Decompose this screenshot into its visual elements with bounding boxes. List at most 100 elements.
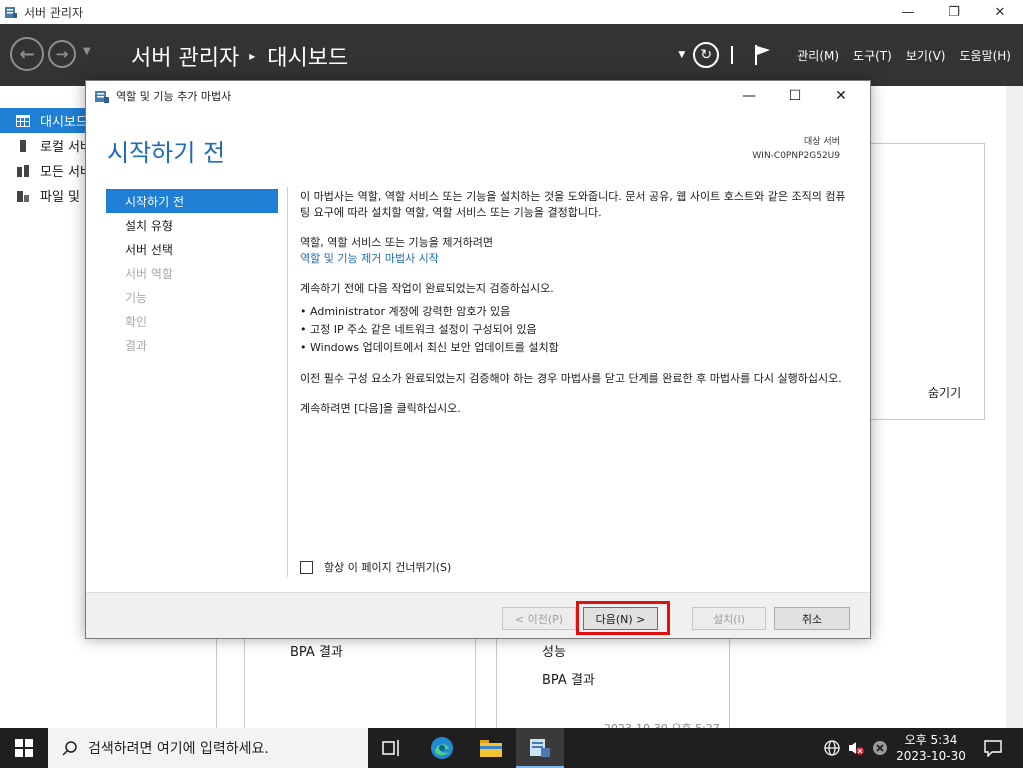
step-features: 기능 xyxy=(125,290,148,305)
server-icon xyxy=(20,139,26,152)
history-dropdown-icon[interactable]: ▼ xyxy=(83,46,91,57)
list-item-text: Administrator 계정에 강력한 암호가 있음 xyxy=(310,305,511,318)
search-icon xyxy=(62,741,77,756)
dashboard-welcome-panel xyxy=(870,143,985,420)
taskbar: 검색하려면 여기에 입력하세요. 오후 5:34 2023-10-30 xyxy=(0,728,1023,768)
dashboard-grid-icon xyxy=(16,114,30,127)
wizard-content: 이 마법사는 역할, 역할 서비스 또는 기능을 설치하는 것을 도와줍니다. … xyxy=(300,189,852,431)
skip-page-checkbox[interactable] xyxy=(300,560,313,574)
servers-icon xyxy=(17,164,29,177)
dialog-maximize-button[interactable]: ☐ xyxy=(772,81,818,111)
menu-view[interactable]: 보기(V) xyxy=(906,47,946,64)
close-button[interactable]: ✕ xyxy=(977,0,1023,24)
remove-text: 역할, 역할 서비스 또는 기능을 제거하려면 xyxy=(300,236,494,249)
file-explorer-button[interactable] xyxy=(467,728,515,768)
breadcrumb: 서버 관리자 ▸ 대시보드 xyxy=(131,40,348,72)
back-button[interactable]: ← xyxy=(10,37,44,71)
folder-icon xyxy=(480,740,502,757)
tile-bpa-results[interactable]: BPA 결과 xyxy=(290,641,343,660)
cancel-button[interactable]: 취소 xyxy=(774,607,850,630)
vertical-scrollbar[interactable] xyxy=(1006,86,1023,728)
list-item-text: Windows 업데이트에서 최신 보안 업데이트를 설치함 xyxy=(310,341,559,354)
breadcrumb-root[interactable]: 서버 관리자 xyxy=(131,40,239,72)
server-manager-taskbar-button[interactable] xyxy=(516,728,564,768)
network-globe-icon[interactable] xyxy=(823,739,841,757)
volume-muted-icon[interactable] xyxy=(847,728,865,768)
hide-welcome-link[interactable]: 숨기기 xyxy=(928,384,961,401)
window-titlebar: 서버 관리자 — ❐ ✕ xyxy=(0,0,1023,24)
tile-divider xyxy=(216,638,217,728)
notification-icon xyxy=(984,740,1002,757)
task-view-button[interactable] xyxy=(368,728,416,768)
step-confirmation: 확인 xyxy=(125,314,148,329)
start-button[interactable] xyxy=(0,728,48,768)
taskbar-clock[interactable]: 오후 5:34 2023-10-30 xyxy=(894,732,968,764)
step-before-you-begin[interactable]: 시작하기 전 xyxy=(106,189,278,213)
window-title: 서버 관리자 xyxy=(24,5,84,20)
wizard-steps: 시작하기 전 설치 유형 서버 선택 서버 역할 기능 확인 결과 xyxy=(106,189,278,357)
arrow-left-icon: ← xyxy=(19,43,35,65)
server-manager-icon xyxy=(5,7,17,18)
sidebar-item-label: 파일 및 저장소 서비스 xyxy=(40,190,86,205)
clock-time: 오후 5:34 xyxy=(904,733,958,747)
sidebar-item-dashboard[interactable]: 대시보드 xyxy=(0,108,86,133)
menu-manage[interactable]: 관리(M) xyxy=(797,47,839,64)
tile-performance[interactable]: 성능 xyxy=(542,641,566,660)
windows-logo-icon xyxy=(15,739,33,757)
breadcrumb-current: 대시보드 xyxy=(267,46,349,71)
sidebar-item-file-storage[interactable]: 파일 및 저장소 서비스 xyxy=(0,183,86,208)
destination-label: 대상 서버 xyxy=(804,137,840,147)
list-item: • Windows 업데이트에서 최신 보안 업데이트를 설치함 xyxy=(300,341,559,354)
breadcrumb-separator-icon: ▸ xyxy=(249,49,256,63)
menu-help[interactable]: 도움말(H) xyxy=(959,47,1011,64)
chevron-down-icon[interactable]: ▼ xyxy=(678,50,685,60)
continue-text: 계속하려면 [다음]을 클릭하십시오. xyxy=(300,402,461,415)
server-tile: BPA 결과 xyxy=(244,638,476,730)
remove-wizard-link[interactable]: 역할 및 기능 제거 마법사 시작 xyxy=(300,252,439,265)
prereq-text: 이전 필수 구성 요소가 완료되었는지 검증해야 하는 경우 마법사를 닫고 단… xyxy=(300,372,842,385)
refresh-button[interactable]: ↻ xyxy=(693,42,720,68)
sidebar-item-label: 모든 서버 xyxy=(40,165,86,180)
sidebar-item-label: 로컬 서버 xyxy=(40,140,86,155)
dialog-minimize-button[interactable]: — xyxy=(726,81,772,111)
step-server-roles: 서버 역할 xyxy=(125,266,173,281)
list-item: • 고정 IP 주소 같은 네트워크 설정이 구성되어 있음 xyxy=(300,323,537,336)
forward-button[interactable]: → xyxy=(48,40,76,68)
system-tray xyxy=(823,728,841,768)
file-storage-icon xyxy=(17,190,29,202)
destination-server-name: WIN-C0PNP2G52U9 xyxy=(752,151,840,161)
add-roles-wizard-dialog: 역할 및 기능 추가 마법사 — ☐ ✕ 시작하기 전 대상 서버 WIN-C0… xyxy=(85,80,871,639)
next-button[interactable]: 다음(N) > xyxy=(583,607,658,630)
minimize-button[interactable]: — xyxy=(885,0,931,24)
list-item-text: 고정 IP 주소 같은 네트워크 설정이 구성되어 있음 xyxy=(310,323,537,336)
notification-flag-icon[interactable] xyxy=(753,44,773,66)
taskbar-search-box[interactable]: 검색하려면 여기에 입력하세요. xyxy=(48,728,368,768)
dialog-titlebar: 역할 및 기능 추가 마법사 — ☐ ✕ xyxy=(86,81,870,111)
close-circle-icon[interactable] xyxy=(872,728,888,768)
server-manager-header: ← → ▼ 서버 관리자 ▸ 대시보드 ▼ ↻ 관리(M) 도구(T) 보기(V… xyxy=(0,24,1023,86)
arrow-right-icon: → xyxy=(55,45,69,63)
verify-text: 계속하기 전에 다음 작업이 완료되었는지 검증하십시오. xyxy=(300,282,554,295)
menu-tools[interactable]: 도구(T) xyxy=(853,47,892,64)
step-results: 결과 xyxy=(125,338,148,353)
restore-button[interactable]: ❐ xyxy=(931,0,977,24)
destination-server: 대상 서버 WIN-C0PNP2G52U9 xyxy=(752,135,840,163)
step-server-selection[interactable]: 서버 선택 xyxy=(106,237,278,261)
sidebar: 대시보드 로컬 서버 모든 서버 파일 및 저장소 서비스 xyxy=(0,86,86,728)
wizard-icon xyxy=(95,91,109,103)
edge-button[interactable] xyxy=(418,728,466,768)
intro-text: 이 마법사는 역할, 역할 서비스 또는 기능을 설치하는 것을 도와줍니다. … xyxy=(300,190,846,219)
dialog-close-button[interactable]: ✕ xyxy=(818,81,864,111)
edge-browser-icon xyxy=(431,737,453,759)
step-installation-type[interactable]: 설치 유형 xyxy=(106,213,278,237)
page-title: 시작하기 전 xyxy=(107,139,226,167)
tile-bpa-results[interactable]: BPA 결과 xyxy=(542,669,595,688)
prerequisite-list: • Administrator 계정에 강력한 암호가 있음 • 고정 IP 주… xyxy=(300,303,852,357)
toolbar-divider xyxy=(731,46,734,64)
sidebar-item-all-servers[interactable]: 모든 서버 xyxy=(0,158,86,183)
sidebar-item-local-server[interactable]: 로컬 서버 xyxy=(0,133,86,158)
skip-page-label: 항상 이 페이지 건너뛰기(S) xyxy=(324,561,452,574)
action-center-button[interactable] xyxy=(978,728,1008,768)
steps-divider xyxy=(287,187,288,577)
skip-page-option[interactable]: 항상 이 페이지 건너뛰기(S) xyxy=(300,559,451,575)
